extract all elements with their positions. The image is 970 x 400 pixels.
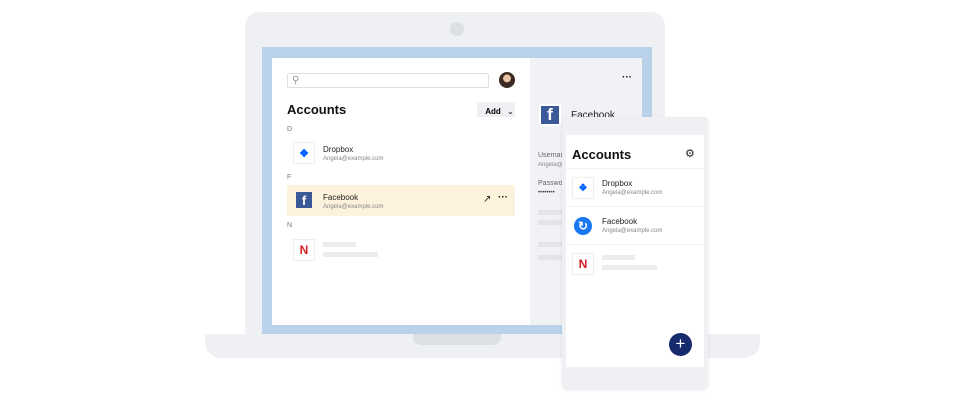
placeholder	[538, 220, 563, 225]
mobile-item-dropbox[interactable]: ❖ Dropbox Angela@example.com	[566, 169, 704, 207]
mobile-title: Accounts	[572, 147, 632, 162]
facebook-icon: f	[539, 104, 561, 126]
dropbox-icon: ❖	[572, 177, 594, 199]
more-icon[interactable]: ···	[498, 192, 508, 203]
add-button[interactable]: Add ⌄	[477, 102, 515, 117]
item-name: Dropbox	[323, 145, 354, 154]
mobile-app: Accounts ⚙ ❖ Dropbox Angela@example.com …	[566, 135, 704, 367]
item-email: Angela@example.com	[323, 204, 384, 210]
netflix-icon: N	[572, 253, 594, 275]
placeholder	[538, 255, 563, 260]
page-title: Accounts	[287, 102, 347, 117]
add-label: Add	[485, 106, 501, 116]
placeholder-email	[323, 252, 378, 257]
item-email: Angela@example.com	[602, 190, 663, 196]
chevron-down-icon: ⌄	[507, 106, 514, 116]
more-icon[interactable]: ···	[622, 72, 632, 83]
dropbox-icon: ❖	[293, 142, 315, 164]
placeholder	[538, 210, 563, 215]
placeholder	[538, 242, 563, 247]
search-input[interactable]: ⚲	[287, 73, 489, 88]
search-icon: ⚲	[292, 75, 300, 86]
item-email: Angela@example.com	[602, 228, 663, 234]
open-external-icon[interactable]: ↗	[483, 194, 491, 205]
placeholder-name	[602, 255, 635, 260]
netflix-icon: N	[293, 239, 315, 261]
item-name: Facebook	[323, 193, 359, 202]
mobile-header: Accounts ⚙	[566, 135, 704, 169]
item-name: Dropbox	[602, 179, 633, 188]
sync-icon: ↻	[574, 217, 592, 235]
facebook-icon: f	[296, 192, 312, 208]
section-letter: N	[287, 222, 293, 229]
avatar[interactable]	[499, 72, 515, 88]
list-item-dropbox[interactable]: ❖ Dropbox Angela@example.com	[287, 138, 515, 168]
add-fab-button[interactable]: +	[669, 333, 692, 356]
laptop-notch	[413, 334, 501, 345]
item-email: Angela@example.com	[323, 156, 384, 162]
section-letter: F	[287, 174, 292, 181]
item-name: Facebook	[602, 217, 638, 226]
section-letter: D	[287, 126, 293, 133]
list-item-facebook[interactable]: f Facebook Angela@example.com ↗ ···	[287, 185, 515, 216]
settings-gear-icon[interactable]: ⚙	[685, 147, 695, 160]
placeholder-name	[323, 242, 356, 247]
placeholder-email	[602, 265, 657, 270]
mobile-item-facebook[interactable]: ↻ Facebook Angela@example.com	[566, 207, 704, 245]
list-item-netflix[interactable]: N	[287, 235, 515, 265]
camera	[450, 22, 464, 36]
mobile-item-netflix[interactable]: N	[566, 245, 704, 283]
